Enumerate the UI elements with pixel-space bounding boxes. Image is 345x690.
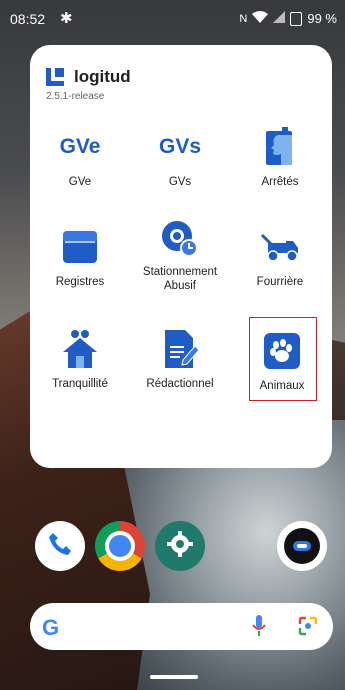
app-arretes[interactable]: Arrêtés (230, 125, 330, 189)
brand-header: logitud (46, 67, 131, 87)
app-gve[interactable]: GVe GVe (30, 125, 130, 189)
chrome-icon (105, 531, 135, 561)
profile-document-icon (258, 125, 302, 169)
phone-icon (47, 531, 73, 562)
signal-icon (273, 11, 286, 26)
app-label: Rédactionnel (146, 378, 214, 390)
app-label: Fourrière (256, 276, 304, 288)
phone-app[interactable] (35, 521, 85, 571)
app-redactionnel[interactable]: Rédactionnel (130, 327, 230, 391)
chrome-app[interactable] (95, 521, 145, 571)
gvs-text-icon: GVs (158, 135, 202, 158)
app-registres[interactable]: Registres (30, 225, 130, 289)
status-time: 08:52 (10, 11, 46, 27)
wheel-clock-icon (158, 217, 202, 261)
app-tranquillite[interactable]: Tranquillité (30, 327, 130, 391)
house-binoculars-icon (58, 327, 102, 371)
wifi-icon (252, 11, 269, 26)
app-label: Arrêtés (261, 176, 299, 188)
app-label: GVe (68, 176, 92, 188)
app-icon (284, 528, 320, 564)
gesture-navigation-bar[interactable] (150, 675, 198, 679)
logitud-widget: logitud 2.5.1-release GVe GVe GVs GVs Ar… (30, 45, 332, 468)
settings-icon (166, 530, 194, 563)
settings-gear-icon: ✱ (60, 10, 73, 27)
status-bar: 08:52 ✱ N 99 % (0, 0, 345, 38)
extra-app[interactable] (277, 521, 327, 571)
lens-icon[interactable] (298, 616, 318, 641)
ledger-icon (58, 225, 102, 269)
app-stationnement-abusif[interactable]: Stationnement Abusif (130, 217, 230, 293)
settings-app[interactable] (155, 521, 205, 571)
battery-percent: 99 % (307, 11, 337, 26)
microphone-icon[interactable] (252, 615, 266, 642)
document-pen-icon (158, 327, 202, 371)
app-label: Stationnement Abusif (142, 266, 218, 292)
selection-highlight (249, 317, 317, 401)
app-label: Registres (55, 276, 105, 288)
tow-truck-icon (258, 225, 302, 269)
app-gvs[interactable]: GVs GVs (130, 125, 230, 189)
gve-text-icon: GVe (59, 135, 101, 158)
google-search-bar[interactable]: G (30, 603, 333, 650)
brand-name: logitud (74, 67, 131, 86)
app-label: GVs (168, 176, 192, 188)
logitud-logo-icon (46, 68, 64, 86)
google-g-icon: G (42, 615, 60, 640)
app-label: Tranquillité (52, 378, 108, 390)
nfc-icon: N (239, 12, 248, 25)
app-version: 2.5.1-release (46, 91, 105, 102)
battery-icon (290, 11, 303, 26)
app-fourriere[interactable]: Fourrière (230, 225, 330, 289)
